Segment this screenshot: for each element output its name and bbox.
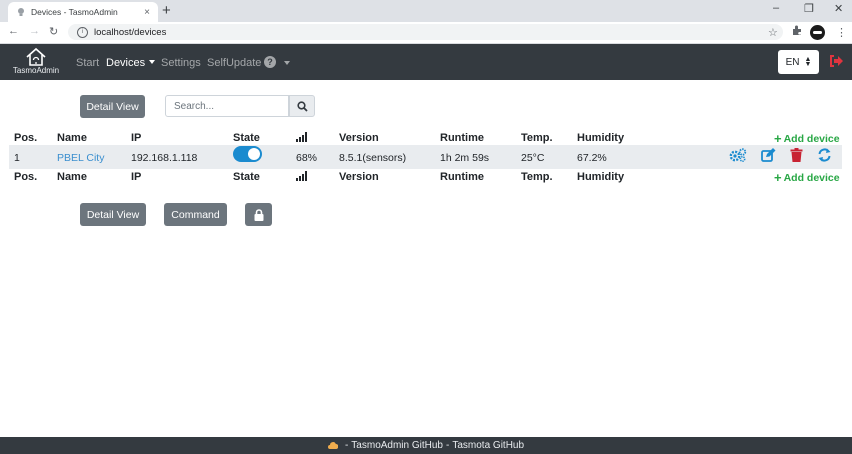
header-temp: Temp. <box>521 132 553 144</box>
nav-selfupdate[interactable]: SelfUpdate <box>207 57 261 69</box>
footer-header-runtime: Runtime <box>440 171 484 183</box>
plus-icon: + <box>774 170 782 185</box>
help-chevron-down-icon[interactable] <box>284 61 290 65</box>
logout-icon[interactable] <box>829 55 843 70</box>
cell-pos: 1 <box>14 152 20 164</box>
cell-ip: 192.168.1.118 <box>131 152 198 164</box>
tab-close-icon[interactable]: × <box>140 7 154 18</box>
footer-header-humidity: Humidity <box>577 171 625 183</box>
tasmoadmin-github-link[interactable]: TasmoAdmin GitHub <box>351 440 443 451</box>
forward-icon[interactable]: → <box>29 25 40 37</box>
tab-title: Devices - TasmoAdmin <box>31 7 118 17</box>
header-humidity: Humidity <box>577 132 625 144</box>
header-pos: Pos. <box>14 132 38 144</box>
browser-toolbar: ← → ↻ i localhost/devices ☆ ⋮ <box>0 22 852 44</box>
footer-header-state: State <box>233 171 260 183</box>
brand-text: TasmoAdmin <box>12 66 60 75</box>
maximize-icon[interactable]: ❐ <box>804 2 814 15</box>
footer-separator-left: - <box>344 440 349 451</box>
footer-header-ip: IP <box>131 171 142 183</box>
tasmo-favicon-icon <box>16 7 26 17</box>
signal-icon <box>296 131 309 145</box>
lock-button[interactable] <box>245 203 272 226</box>
brand-logo[interactable]: TasmoAdmin <box>9 47 63 75</box>
add-device-button-top[interactable]: + Add device <box>774 131 840 146</box>
search-icon <box>296 100 308 112</box>
browser-menu-icon[interactable]: ⋮ <box>836 26 847 39</box>
footer-header-version: Version <box>339 171 379 183</box>
cell-humidity: 67.2% <box>577 152 607 164</box>
command-button[interactable]: Command <box>164 203 227 226</box>
address-bar[interactable]: i localhost/devices <box>68 24 783 40</box>
edit-icon[interactable] <box>761 148 776 165</box>
footer-signal-icon <box>296 170 309 184</box>
minimize-icon[interactable]: – <box>773 2 779 14</box>
header-name: Name <box>57 132 87 144</box>
footer-header-name: Name <box>57 171 87 183</box>
plus-icon: + <box>774 131 782 146</box>
cell-version: 8.5.1(sensors) <box>339 152 407 164</box>
profile-avatar[interactable] <box>810 25 825 40</box>
footer-header-pos: Pos. <box>14 171 38 183</box>
reload-icon[interactable]: ↻ <box>49 25 58 38</box>
app-navbar: TasmoAdmin Start Devices Settings SelfUp… <box>0 44 852 80</box>
site-info-icon[interactable]: i <box>77 26 88 38</box>
cell-temp: 25°C <box>521 152 545 164</box>
add-device-button-bottom[interactable]: + Add device <box>774 170 840 185</box>
tasmota-github-link[interactable]: Tasmota GitHub <box>452 440 524 451</box>
gears-icon[interactable] <box>729 148 747 165</box>
footer-separator: - <box>446 440 450 451</box>
add-device-label: Add device <box>783 172 840 184</box>
search-input[interactable] <box>165 95 289 117</box>
footer-header-temp: Temp. <box>521 171 553 183</box>
extensions-icon[interactable] <box>792 25 803 39</box>
device-name-link[interactable]: PBEL City <box>57 152 104 164</box>
header-runtime: Runtime <box>440 132 484 144</box>
search-button[interactable] <box>289 95 315 117</box>
window-close-icon[interactable]: ✕ <box>834 2 843 15</box>
cell-runtime: 1h 2m 59s <box>440 152 490 164</box>
home-icon <box>26 47 46 66</box>
back-icon[interactable]: ← <box>8 25 19 37</box>
detail-view-button-bottom[interactable]: Detail View <box>80 203 146 226</box>
add-device-label: Add device <box>783 133 840 145</box>
page-footer: - TasmoAdmin GitHub - Tasmota GitHub <box>0 437 852 454</box>
header-state: State <box>233 132 260 144</box>
bookmark-star-icon[interactable]: ☆ <box>768 26 778 39</box>
chevron-down-icon <box>149 60 156 64</box>
trash-icon[interactable] <box>790 148 803 165</box>
updown-icon: ▲ ▼ <box>804 56 812 68</box>
help-icon[interactable]: ? <box>264 56 276 68</box>
state-toggle[interactable] <box>233 146 262 162</box>
nav-devices-label: Devices <box>106 57 146 69</box>
browser-tab[interactable]: Devices - TasmoAdmin × <box>8 2 158 22</box>
sync-icon[interactable] <box>817 148 832 165</box>
browser-tabstrip: Devices - TasmoAdmin × + – ❐ ✕ <box>0 0 852 22</box>
github-cloud-icon <box>327 442 338 449</box>
nav-settings[interactable]: Settings <box>161 57 201 69</box>
url-text: localhost/devices <box>94 26 167 38</box>
lock-icon <box>254 208 263 221</box>
header-version: Version <box>339 132 379 144</box>
header-ip: IP <box>131 132 142 144</box>
nav-devices[interactable]: Devices <box>106 57 156 69</box>
language-select[interactable]: EN ▲ ▼ <box>778 50 819 74</box>
language-value: EN <box>785 56 800 68</box>
detail-view-button-top[interactable]: Detail View <box>80 95 145 118</box>
cell-signal: 68% <box>296 152 318 164</box>
new-tab-button[interactable]: + <box>162 2 171 20</box>
nav-start[interactable]: Start <box>76 57 99 69</box>
